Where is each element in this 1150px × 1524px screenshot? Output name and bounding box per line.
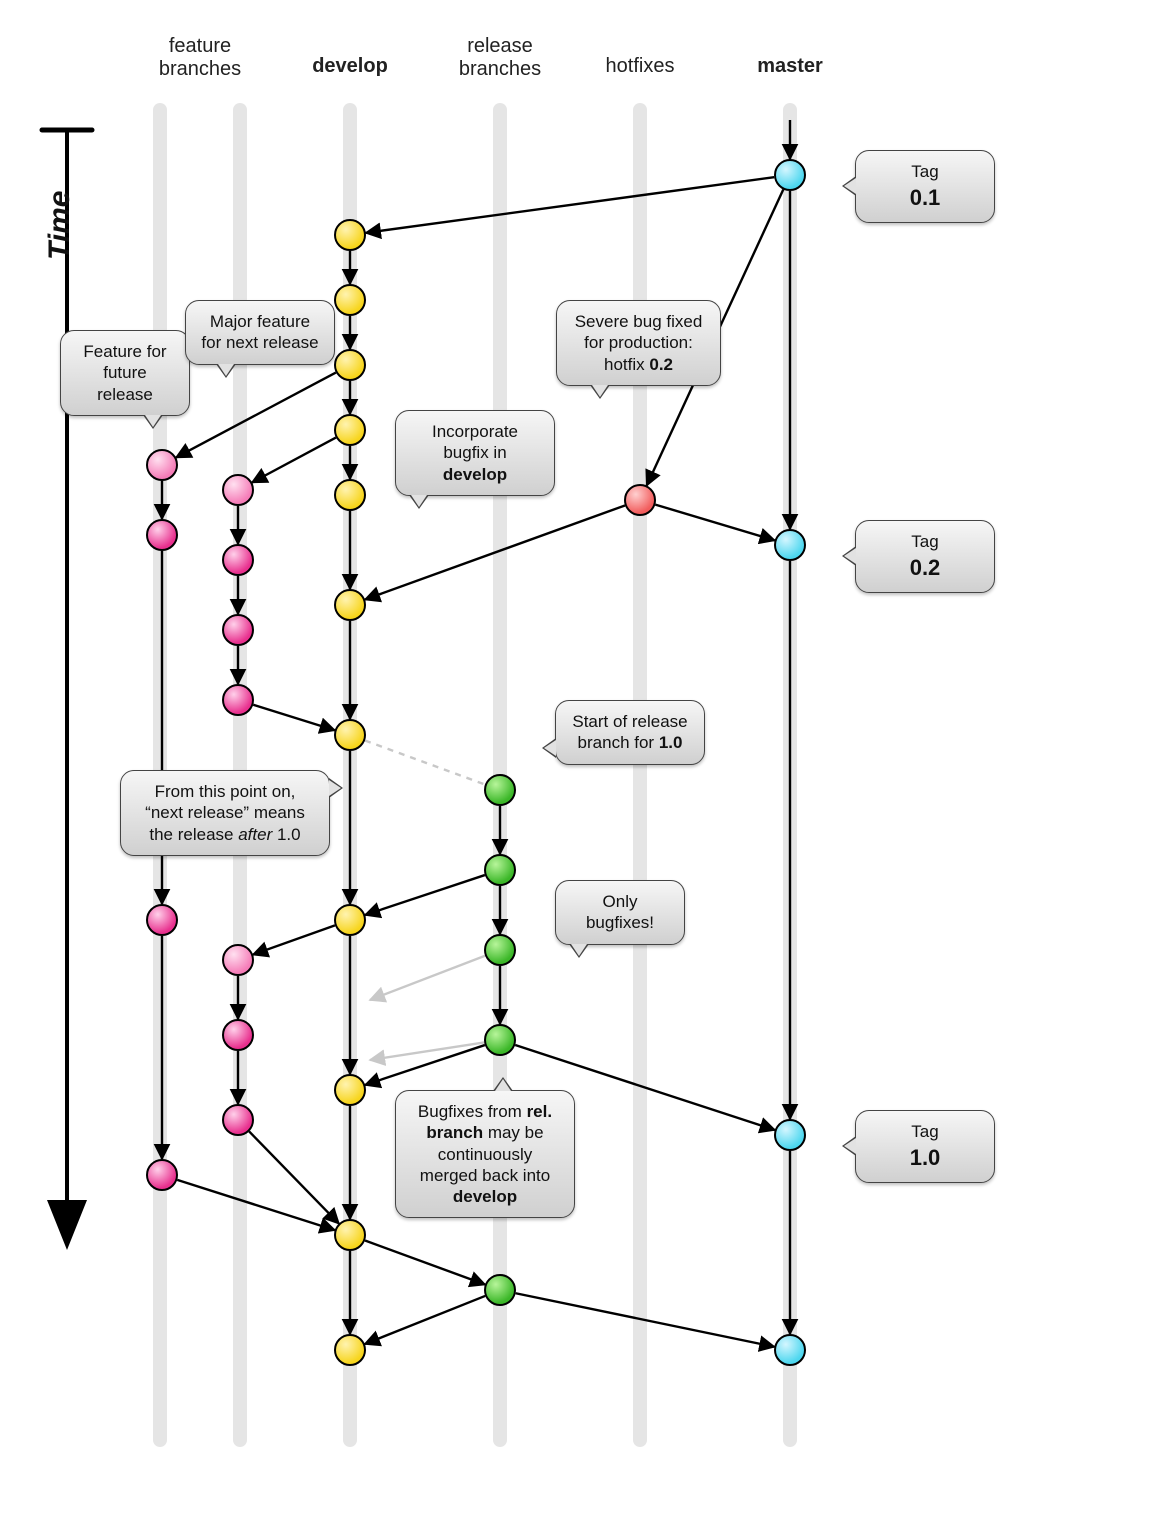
bubble-feature-future: Feature for future release (60, 330, 190, 416)
bubble-tag-02: Tag 0.2 (855, 520, 995, 593)
commit-d3 (334, 349, 366, 381)
commit-d10 (334, 1219, 366, 1251)
commit-r1 (484, 774, 516, 806)
edge (365, 875, 485, 915)
bubble-only-bugfixes: Only bugfixes! (555, 880, 685, 945)
bubble-start-release: Start of release branch for 1.0 (555, 700, 705, 765)
commit-fc3 (222, 1104, 254, 1136)
bubble-major-feature: Major feature for next release (185, 300, 335, 365)
commit-d11 (334, 1334, 366, 1366)
commit-m4 (774, 1334, 806, 1366)
bubble-incorporate-bugfix: Incorporate bugfix in develop (395, 410, 555, 496)
commit-fc1 (222, 944, 254, 976)
commit-fa1 (146, 449, 178, 481)
bubble-text: From this point on, “next release” means… (145, 782, 305, 844)
commit-m3 (774, 1119, 806, 1151)
bubble-severe-bug: Severe bug fixed for production: hotfix … (556, 300, 721, 386)
commit-d4 (334, 414, 366, 446)
time-axis-label: Time (43, 191, 77, 260)
commit-d2 (334, 284, 366, 316)
bubble-text: Incorporate bugfix in develop (432, 422, 518, 484)
time-axis (42, 130, 92, 1250)
commit-r3 (484, 934, 516, 966)
bubble-text: Bugfixes from rel. branch may be continu… (418, 1102, 552, 1206)
lane-label-hotfixes: hotfixes (606, 55, 675, 78)
bubble-text: Severe bug fixed for production: hotfix … (575, 312, 703, 374)
commit-r5 (484, 1274, 516, 1306)
edge (252, 438, 336, 483)
bubble-tag-01: Tag 0.1 (855, 150, 995, 223)
commit-m2 (774, 529, 806, 561)
bubble-rel-merge-back: Bugfixes from rel. branch may be continu… (395, 1090, 575, 1218)
edge (370, 956, 485, 1000)
lane-label-feature: feature branches (159, 35, 241, 81)
commit-d8 (334, 904, 366, 936)
lane-label-release: release branches (459, 35, 541, 81)
commit-m1 (774, 159, 806, 191)
edge (655, 505, 774, 541)
commit-fb3 (222, 614, 254, 646)
edge (253, 705, 334, 730)
commit-fa4 (146, 1159, 178, 1191)
commit-fa3 (146, 904, 178, 936)
commit-fb1 (222, 474, 254, 506)
edge (177, 1180, 335, 1230)
bubble-tag-10: Tag 1.0 (855, 1110, 995, 1183)
edge (366, 177, 774, 233)
commit-fc2 (222, 1019, 254, 1051)
commit-fb2 (222, 544, 254, 576)
edge (176, 373, 336, 458)
lane-label-master: master (757, 55, 823, 78)
edge (253, 925, 335, 954)
gitflow-diagram: Time feature branches develop release br… (0, 0, 1150, 1524)
bubble-next-release-after: From this point on, “next release” means… (120, 770, 330, 856)
commit-d1 (334, 219, 366, 251)
commit-fa2 (146, 519, 178, 551)
commit-d9 (334, 1074, 366, 1106)
commit-d7 (334, 719, 366, 751)
edge (365, 1296, 485, 1344)
bubble-text: Start of release branch for 1.0 (572, 712, 687, 752)
edge (365, 1241, 485, 1285)
commit-d5 (334, 479, 366, 511)
lane-label-develop: develop (312, 55, 388, 78)
commit-r4 (484, 1024, 516, 1056)
edge (249, 1131, 339, 1223)
edge (365, 741, 485, 785)
commit-fb4 (222, 684, 254, 716)
commit-d6 (334, 589, 366, 621)
commit-r2 (484, 854, 516, 886)
commit-h1 (624, 484, 656, 516)
